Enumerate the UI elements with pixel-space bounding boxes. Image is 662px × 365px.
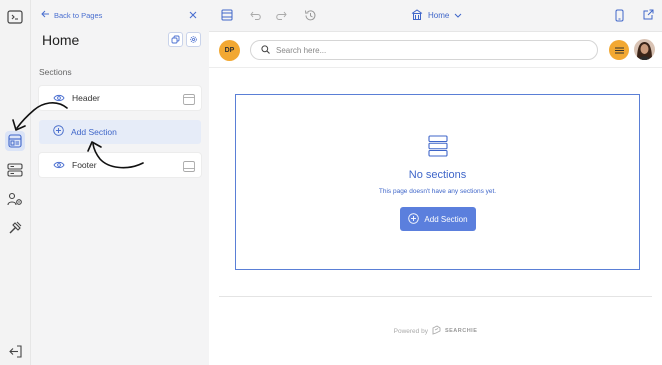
add-section-button-label: Add Section [424,214,468,224]
redo-icon[interactable] [274,8,288,22]
users-settings-icon[interactable] [5,189,25,209]
duplicate-icon[interactable] [168,32,183,47]
page-preview: DP No sections This page doesn't have an… [209,32,662,365]
home-icon [411,9,423,22]
open-external-icon[interactable] [641,8,655,22]
add-section-button[interactable]: Add Section [400,207,476,231]
header-layout-icon [183,92,195,110]
empty-state-title: No sections [408,169,467,181]
list-icon[interactable] [5,160,25,180]
page-selector[interactable]: Home [411,9,462,22]
brand-name: SEARCHIE [444,328,478,334]
arrow-left-icon [41,10,50,20]
history-icon[interactable] [303,8,317,22]
menu-icon[interactable] [609,40,629,60]
page-selector-label: Home [428,11,450,20]
page-actions [168,32,201,47]
layout-icon[interactable] [220,8,234,22]
sections-panel: Back to Pages Home Sections Header Add S… [31,0,209,365]
back-to-pages-link[interactable]: Back to Pages [41,10,102,20]
empty-state-subtitle: This page doesn't have any sections yet. [378,188,497,195]
section-item-footer[interactable]: Footer [39,153,201,177]
sections-dropzone[interactable]: No sections This page doesn't have any s… [235,94,640,270]
video-dashboard-icon[interactable] [5,7,25,27]
footer-divider [219,296,652,297]
eye-icon[interactable] [53,89,65,107]
gear-icon[interactable] [186,32,201,47]
plus-circle-icon [53,123,64,141]
sections-icon[interactable] [5,131,25,151]
searchie-logo-icon [432,325,441,337]
powered-by: Powered by SEARCHIE [209,325,662,337]
user-avatar-photo[interactable] [634,39,655,60]
site-header: DP [209,32,662,68]
search-input[interactable] [276,45,576,55]
section-item-add-section[interactable]: Add Section [39,120,201,144]
page-title: Home [42,32,80,48]
search-icon [261,41,270,59]
sections-heading: Sections [39,67,72,77]
sections-stack-icon [428,135,448,162]
plus-circle-icon [408,212,420,226]
mobile-icon[interactable] [612,8,626,22]
chevron-down-icon [454,11,462,20]
search-bar [250,40,598,60]
tools-icon[interactable] [5,217,25,237]
section-item-label: Add Section [71,127,117,137]
avatar[interactable]: DP [219,40,240,61]
section-item-header[interactable]: Header [39,86,201,110]
undo-icon[interactable] [249,8,263,22]
exit-icon[interactable] [5,341,25,361]
powered-by-label: Powered by [393,327,428,335]
section-item-label: Footer [72,160,97,170]
eye-icon[interactable] [53,156,65,174]
footer-layout-icon [183,159,195,177]
editor-toolbar: Home [209,0,662,32]
close-icon[interactable] [187,9,199,21]
page-builder: Back to Pages Home Sections Header Add S… [0,0,662,365]
section-item-label: Header [72,93,100,103]
back-to-pages-label: Back to Pages [54,10,103,20]
icon-rail [0,0,31,365]
